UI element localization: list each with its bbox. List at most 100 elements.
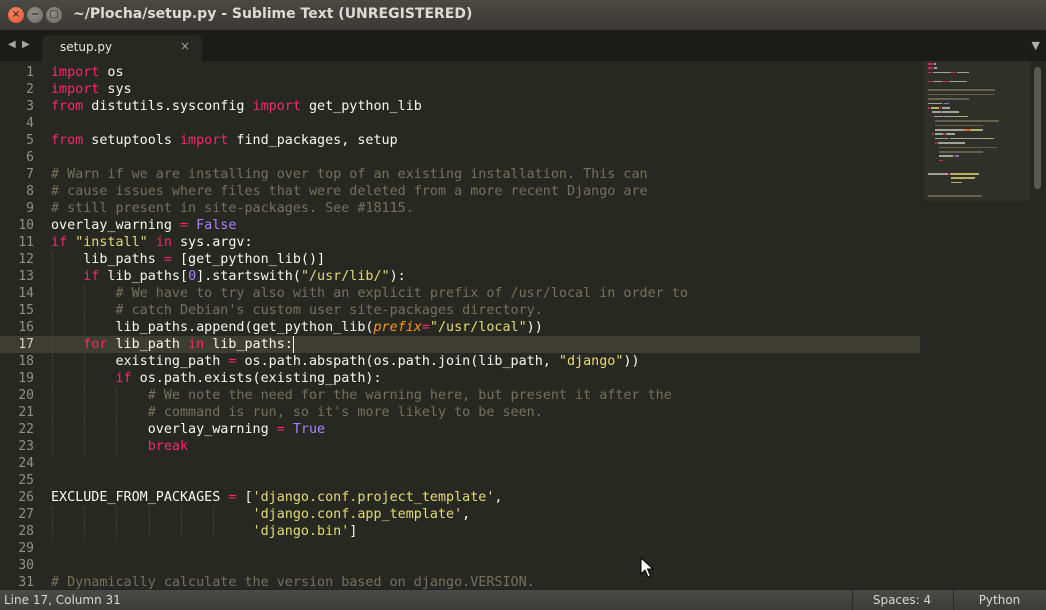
window-minimize-button[interactable]: − <box>27 7 43 23</box>
syntax-selector[interactable]: Python <box>953 593 1046 607</box>
next-tab-icon[interactable]: ▶ <box>22 39 30 50</box>
line-number: 9 <box>26 201 34 216</box>
indent-guide <box>84 387 85 404</box>
window-title: ~/Plocha/setup.py - Sublime Text (UNREGI… <box>73 6 473 22</box>
text-caret <box>293 336 294 353</box>
line-number: 12 <box>18 252 34 267</box>
code-token: os.path.exists(existing_path): <box>131 371 382 386</box>
minimap-line <box>942 102 944 105</box>
minimap-line <box>943 133 946 135</box>
indent-guide <box>52 251 53 268</box>
code-line[interactable]: if lib_paths[0].startswith("/usr/lib/"): <box>51 268 406 285</box>
code-line[interactable]: 'django.conf.app_template', <box>51 506 471 523</box>
tab-close-icon[interactable]: × <box>180 39 190 53</box>
scrollbar-thumb[interactable] <box>1034 67 1041 189</box>
code-token: # We have to try also with an explicit p… <box>115 286 688 301</box>
minimap-line <box>950 177 974 179</box>
code-line[interactable]: # Warn if we are installing over top of … <box>51 166 648 183</box>
indent-guide <box>116 438 117 455</box>
minimap-line <box>955 155 959 157</box>
indent-guide <box>52 319 53 336</box>
minimap-line <box>937 142 965 144</box>
code-token: # command is run, so it's more likely to… <box>147 405 543 420</box>
minimap-line <box>928 67 934 69</box>
code-line[interactable]: lib_paths.append(get_python_lib(prefix="… <box>51 319 543 336</box>
code-line[interactable]: overlay_warning = False <box>51 217 236 234</box>
window-maximize-button[interactable]: □ <box>46 7 62 23</box>
minimap-line <box>928 102 943 105</box>
line-number: 2 <box>26 82 34 97</box>
code-line[interactable]: # Dynamically calculate the version base… <box>51 574 535 589</box>
minimap-line <box>984 137 992 140</box>
minimap-line <box>942 80 948 83</box>
indent-guide <box>181 523 182 540</box>
line-number: 21 <box>18 405 34 420</box>
minimap[interactable] <box>924 61 1030 589</box>
code-line[interactable]: overlay_warning = True <box>51 421 325 438</box>
code-line[interactable]: # command is run, so it's more likely to… <box>51 404 543 421</box>
minimap-line <box>928 173 948 175</box>
code-line[interactable]: for lib_path in lib_paths: <box>51 336 293 353</box>
code-line[interactable]: # catch Debian's custom user site-packag… <box>51 302 543 319</box>
code-line[interactable]: # We note the need for the warning here,… <box>51 387 672 404</box>
code-token: import <box>252 99 301 114</box>
code-token: "/usr/lib/" <box>300 269 390 284</box>
minimap-line <box>932 71 951 74</box>
tab-setup-py[interactable]: setup.py × <box>42 35 202 61</box>
minimap-line <box>942 107 951 109</box>
code-token: )) <box>623 354 640 369</box>
code-line[interactable]: lib_paths = [get_python_lib()] <box>51 251 325 268</box>
line-number: 5 <box>26 133 34 148</box>
code-token: EXCLUDE_FROM_PACKAGES <box>51 490 229 505</box>
code-token: [get_python_lib()] <box>171 252 326 267</box>
minimap-line <box>938 146 998 149</box>
code-token: find_packages, setup <box>228 133 398 148</box>
code-line[interactable]: EXCLUDE_FROM_PACKAGES = ['django.conf.pr… <box>51 489 502 506</box>
code-token: , <box>494 490 503 505</box>
previous-tab-icon[interactable]: ◀ <box>8 39 16 50</box>
code-token: setuptools <box>83 133 180 148</box>
code-line[interactable]: if "install" in sys.argv: <box>51 234 253 251</box>
line-number: 30 <box>18 558 34 573</box>
code-token: )) <box>526 320 543 335</box>
code-token: get_python_lib <box>300 99 422 114</box>
line-number: 6 <box>26 150 34 165</box>
title-bar: × − □ ~/Plocha/setup.py - Sublime Text (… <box>0 0 1046 31</box>
code-line[interactable]: if os.path.exists(existing_path): <box>51 370 382 387</box>
minimap-line <box>928 80 932 83</box>
code-line[interactable]: # We have to try also with an explicit p… <box>51 285 688 302</box>
code-token: import <box>180 133 229 148</box>
code-area[interactable]: import os import sys from distutils.syscon… <box>51 61 921 589</box>
code-token: import <box>51 65 100 80</box>
minimap-line <box>948 80 967 83</box>
code-line[interactable]: # cause issues where files that were del… <box>51 183 648 200</box>
line-number: 24 <box>18 456 34 471</box>
indent-guide <box>84 438 85 455</box>
minimap-line <box>934 115 944 118</box>
code-line[interactable]: from distutils.sysconfig import get_pyth… <box>51 98 422 115</box>
vertical-scrollbar[interactable] <box>1030 61 1046 589</box>
status-bar: Line 17, Column 31 Spaces: 4 Python <box>0 589 1046 610</box>
minimap-line <box>946 133 955 135</box>
code-line[interactable]: existing_path = os.path.abspath(os.path.… <box>51 353 640 370</box>
minimap-line <box>956 71 970 74</box>
line-number: 23 <box>18 439 34 454</box>
tab-list-dropdown-icon[interactable]: ▼ <box>1032 39 1040 52</box>
code-line[interactable]: break <box>51 438 188 455</box>
code-line[interactable]: from setuptools import find_packages, se… <box>51 132 398 149</box>
minimap-line <box>928 98 969 100</box>
code-line[interactable]: 'django.bin'] <box>51 523 358 540</box>
code-line[interactable]: import sys <box>51 81 132 98</box>
indent-guide <box>213 523 214 540</box>
line-number: 17 <box>18 337 34 352</box>
indentation-selector[interactable]: Spaces: 4 <box>852 593 952 607</box>
minimap-line <box>961 181 963 184</box>
code-line[interactable]: import os <box>51 64 124 81</box>
code-line[interactable]: # still present in site-packages. See #1… <box>51 200 414 217</box>
code-editor[interactable]: 1 2 3 4 5 6 7 8 9 10 11 12 13 14 15 16 17 18 19 20 21 22 23 24 2… <box>0 61 1046 589</box>
window-close-button[interactable]: × <box>8 7 24 23</box>
indent-guide <box>116 404 117 421</box>
